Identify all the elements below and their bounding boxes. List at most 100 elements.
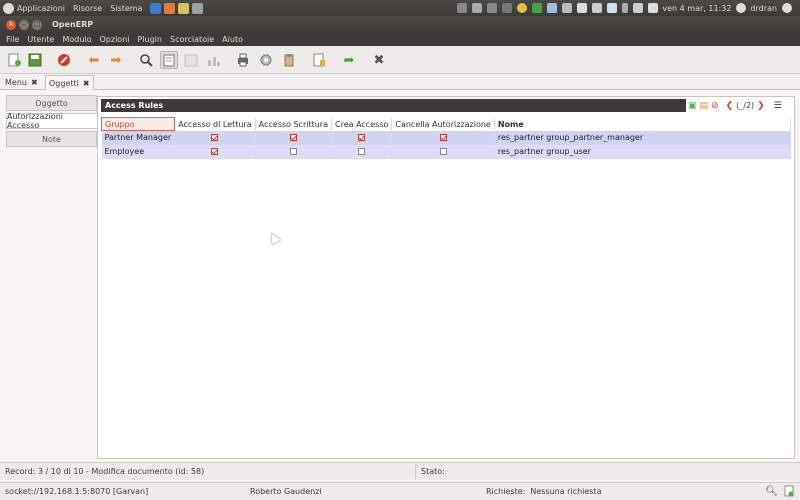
- search-icon[interactable]: [137, 51, 155, 69]
- power-icon[interactable]: [782, 3, 792, 13]
- user-name[interactable]: drdran: [750, 4, 777, 13]
- search-requests-icon[interactable]: 🔍︎: [765, 486, 778, 497]
- tab-objects[interactable]: Oggetti ✖: [45, 75, 94, 91]
- side-tab-access-rights[interactable]: Autorizzazioni Accesso: [6, 112, 97, 130]
- column-header-name[interactable]: Nome: [494, 117, 792, 131]
- form-area: Oggetto Autorizzazioni Accesso Note Acce…: [0, 90, 800, 462]
- read-checkbox[interactable]: [211, 134, 219, 141]
- user-status-icon[interactable]: [736, 3, 747, 13]
- cloud-icon[interactable]: [607, 3, 618, 13]
- applications-menu[interactable]: Applicazioni: [17, 4, 65, 13]
- status-indicator-icon[interactable]: [517, 3, 528, 13]
- actions-icon[interactable]: [257, 51, 275, 69]
- column-header-read[interactable]: Accesso di Lettura: [174, 117, 256, 131]
- delete-record-icon[interactable]: ⊘: [711, 101, 719, 111]
- column-header-group[interactable]: Gruppo: [100, 117, 176, 131]
- list-view-icon[interactable]: [182, 51, 200, 69]
- menu-user[interactable]: Utente: [27, 35, 54, 44]
- close-icon[interactable]: ✖: [31, 78, 38, 87]
- close-icon[interactable]: ✖: [83, 79, 90, 88]
- form-view-icon[interactable]: [160, 51, 178, 69]
- sync-indicator-icon[interactable]: [547, 3, 558, 13]
- menu-help[interactable]: Aiuto: [222, 35, 243, 44]
- record-status-bar: Record: 3 / 10 di 10 - Modifica document…: [0, 462, 800, 480]
- browser-launcher-icon[interactable]: [150, 2, 162, 14]
- next-record-icon[interactable]: ❯: [757, 101, 765, 111]
- pager-text: (_/2): [736, 101, 755, 110]
- graph-icon[interactable]: [205, 51, 223, 69]
- state-label: Stato:: [421, 467, 445, 476]
- column-header-write[interactable]: Accesso Scrittura: [255, 117, 333, 131]
- window-maximize-button[interactable]: □: [32, 19, 42, 30]
- lock-launcher-icon[interactable]: [178, 2, 190, 14]
- previous-record-icon[interactable]: ❮: [726, 101, 734, 111]
- menu-plugin[interactable]: Plugin: [137, 35, 162, 44]
- window-title-bar: × – □ OpenERP: [0, 16, 800, 33]
- cell-group[interactable]: Partner Manager: [101, 130, 176, 145]
- new-record-icon[interactable]: ▣: [688, 101, 697, 111]
- network-icon[interactable]: [562, 3, 573, 13]
- app-indicator-icon[interactable]: [487, 3, 498, 13]
- app-indicator-icon[interactable]: [502, 3, 513, 13]
- update-indicator-icon[interactable]: [532, 3, 543, 13]
- notes-icon[interactable]: [592, 3, 603, 13]
- bluetooth-icon[interactable]: [622, 3, 629, 13]
- mail-icon[interactable]: [648, 3, 659, 13]
- previous-icon[interactable]: ⬅: [85, 51, 103, 69]
- column-header-unlink[interactable]: Cancella Autorizzazione: [391, 117, 495, 131]
- menu-module[interactable]: Modulo: [62, 35, 91, 44]
- write-checkbox[interactable]: [289, 134, 297, 141]
- print-icon[interactable]: [234, 51, 252, 69]
- table-row[interactable]: Partner Manager res_partner group_partne…: [101, 130, 792, 145]
- cell-name[interactable]: res_partner group_user: [494, 144, 792, 159]
- unlink-checkbox[interactable]: [439, 134, 447, 141]
- window-minimize-button[interactable]: –: [19, 19, 29, 30]
- menu-icon[interactable]: ☰: [774, 101, 782, 111]
- cell-name[interactable]: res_partner group_partner_manager: [494, 130, 792, 145]
- close-icon[interactable]: ✖: [370, 51, 388, 69]
- tab-objects-label: Oggetti: [49, 79, 79, 88]
- app-indicator-icon[interactable]: [457, 3, 468, 13]
- save-icon[interactable]: [26, 51, 44, 69]
- read-checkbox[interactable]: [211, 148, 219, 155]
- go-icon[interactable]: ➦: [340, 51, 358, 69]
- next-icon[interactable]: ➡: [107, 51, 125, 69]
- side-tab-object[interactable]: Oggetto: [6, 95, 97, 111]
- cell-write: [255, 130, 333, 145]
- app-indicator-icon[interactable]: [472, 3, 483, 13]
- menu-shortcuts[interactable]: Scorciatoie: [170, 35, 214, 44]
- places-menu[interactable]: Risorse: [73, 4, 102, 13]
- access-rules-table: Gruppo Accesso di Lettura Accesso Scritt…: [100, 117, 792, 159]
- socket-text: socket://192.168.1.5:8070 [Garvan]: [5, 487, 149, 496]
- tab-menu[interactable]: Menu ✖: [1, 75, 42, 90]
- terminal-launcher-icon[interactable]: [192, 2, 204, 14]
- cell-unlink: [391, 130, 495, 145]
- cell-group[interactable]: Employee: [101, 144, 176, 159]
- create-checkbox[interactable]: [358, 148, 366, 155]
- menu-options[interactable]: Opzioni: [100, 35, 130, 44]
- unlink-checkbox[interactable]: [439, 148, 447, 155]
- system-menu[interactable]: Sistema: [110, 4, 142, 13]
- volume-icon[interactable]: [633, 3, 644, 13]
- new-request-icon[interactable]: [784, 485, 794, 499]
- report-icon[interactable]: [310, 51, 328, 69]
- cell-create: [331, 144, 393, 159]
- column-header-create[interactable]: Crea Accesso: [331, 117, 393, 131]
- side-tab-notes[interactable]: Note: [6, 131, 97, 147]
- menu-file[interactable]: File: [6, 35, 19, 44]
- help-launcher-icon[interactable]: [164, 2, 176, 14]
- create-checkbox[interactable]: [358, 134, 366, 141]
- window-close-button[interactable]: ×: [6, 19, 16, 30]
- delete-icon[interactable]: [55, 51, 73, 69]
- write-checkbox[interactable]: [289, 148, 297, 155]
- clock-text[interactable]: ven 4 mar, 11:32: [662, 4, 731, 13]
- attachment-icon[interactable]: [280, 51, 298, 69]
- requests-label: Richieste:: [486, 487, 526, 496]
- tab-menu-label: Menu: [5, 78, 27, 87]
- table-row[interactable]: Employee res_partner group_user: [101, 144, 792, 159]
- toolbar: ⬅ ➡ ➦ ✖: [0, 46, 800, 74]
- ubuntu-logo-icon[interactable]: [3, 2, 14, 14]
- open-record-icon[interactable]: ▤: [700, 101, 709, 111]
- new-icon[interactable]: [5, 51, 23, 69]
- messaging-icon[interactable]: [577, 3, 588, 13]
